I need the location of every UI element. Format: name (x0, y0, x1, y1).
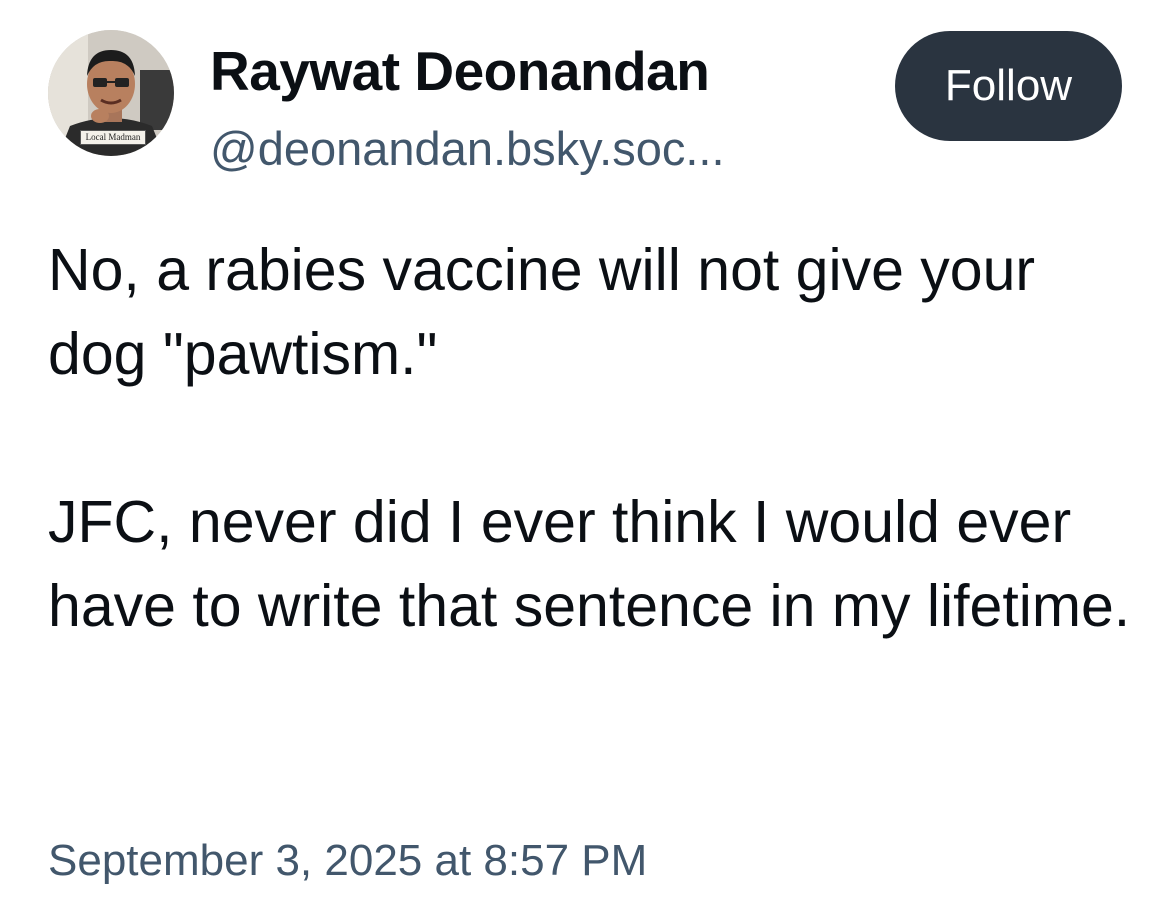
author-display-name[interactable]: Raywat Deonandan (210, 38, 710, 104)
avatar-badge: Local Madman (80, 130, 146, 145)
post-text: No, a rabies vaccine will not give your … (48, 228, 1138, 648)
post-paragraph: No, a rabies vaccine will not give your … (48, 237, 1036, 387)
post-timestamp[interactable]: September 3, 2025 at 8:57 PM (48, 835, 647, 888)
follow-button[interactable]: Follow (895, 31, 1122, 141)
avatar[interactable]: Local Madman (48, 30, 174, 156)
author-handle[interactable]: @deonandan.bsky.soc... (210, 121, 725, 177)
post-paragraph: JFC, never did I ever think I would ever… (48, 489, 1131, 639)
